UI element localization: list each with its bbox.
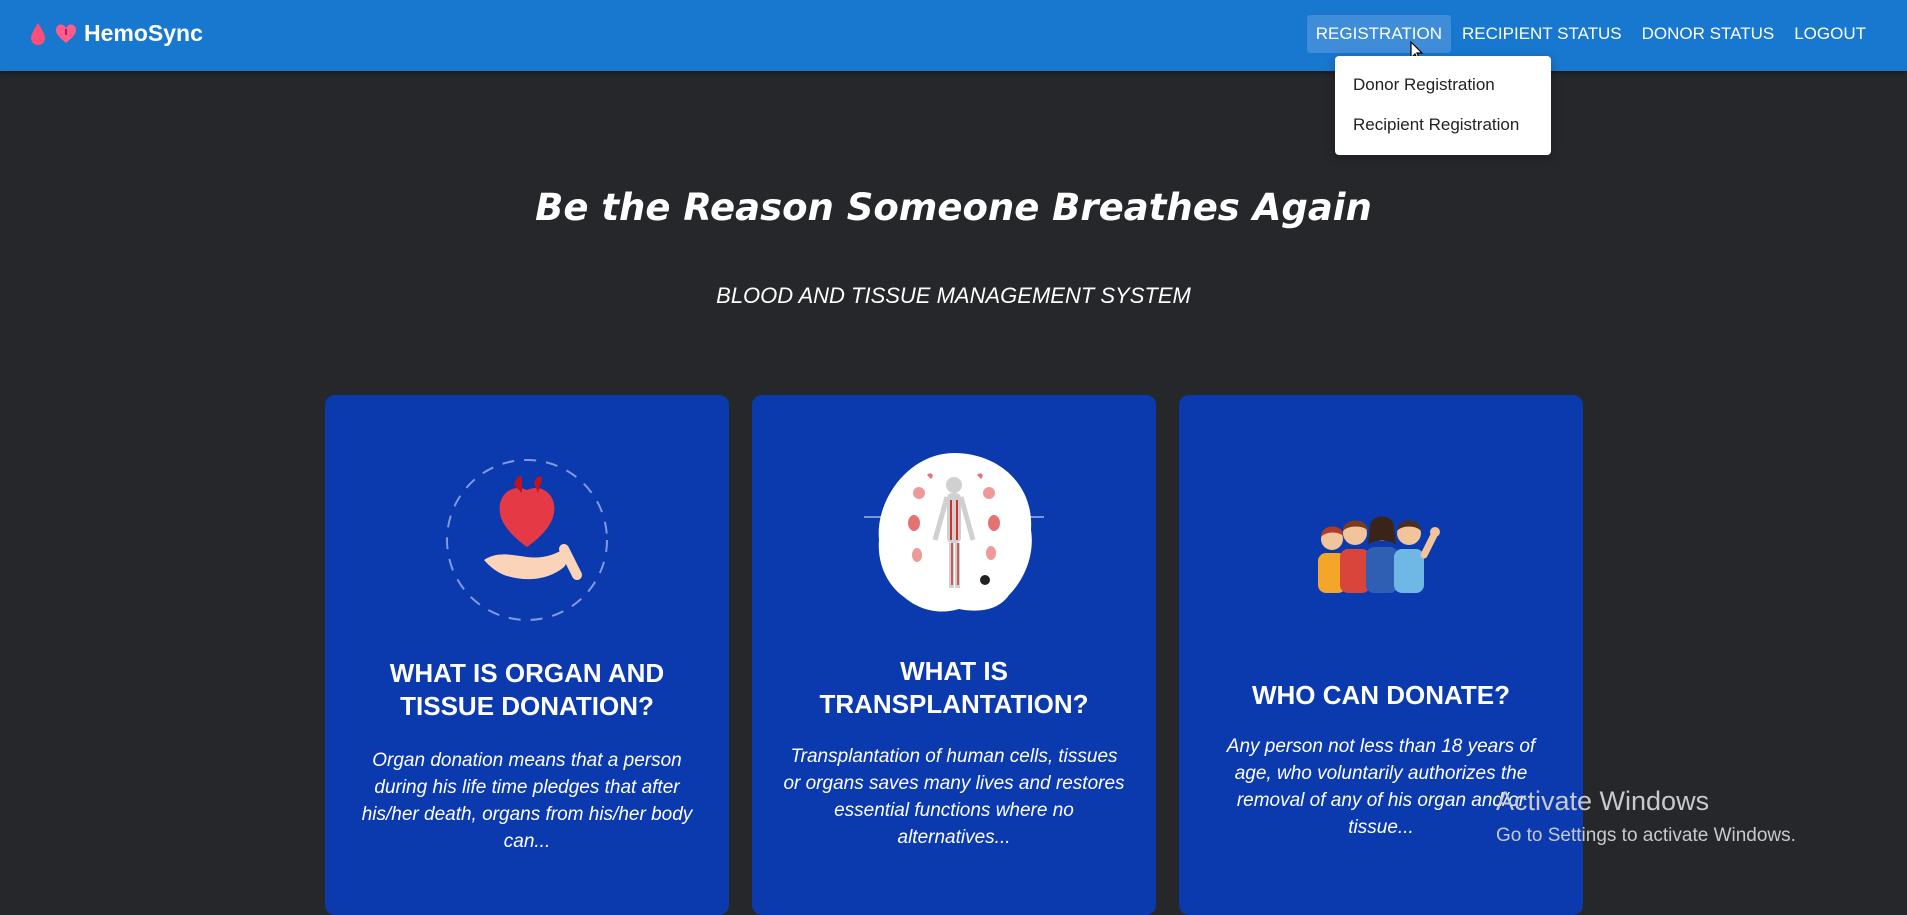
nav-links: REGISTRATION RECIPIENT STATUS DONOR STAT…: [1305, 15, 1875, 53]
blood-drop-icon: [31, 22, 45, 45]
card-title: WHAT IS TRANSPLANTATION?: [819, 656, 1089, 719]
card-title: WHO CAN DONATE?: [1251, 680, 1511, 710]
brand-name: HemoSync: [84, 20, 203, 46]
dropdown-donor-registration[interactable]: Donor Registration: [1335, 65, 1551, 105]
people-group-icon: [1318, 516, 1440, 593]
card-text: Transplantation of human cells, tissues …: [783, 746, 1125, 848]
navbar: HemoSync REGISTRATION RECIPIENT STATUS D…: [0, 0, 1907, 71]
nav-logout[interactable]: LOGOUT: [1785, 15, 1875, 53]
heart-in-hand-icon: [446, 459, 608, 621]
card-organ-donation[interactable]: WHAT IS ORGAN AND TISSUE DONATION? Organ…: [325, 395, 729, 915]
hero-subtitle: BLOOD AND TISSUE MANAGEMENT SYSTEM: [716, 283, 1191, 308]
watermark-title: Activate Windows: [1496, 786, 1710, 816]
registration-dropdown: Donor Registration Recipient Registratio…: [1335, 56, 1551, 155]
card-text: Organ donation means that a person durin…: [361, 750, 693, 852]
card-title: WHAT IS ORGAN AND TISSUE DONATION?: [389, 658, 665, 721]
nav-registration[interactable]: REGISTRATION: [1306, 15, 1452, 53]
hero-title: Be the Reason Someone Breathes Again: [535, 186, 1372, 229]
human-organs-icon: [864, 453, 1044, 612]
brand[interactable]: HemoSync: [28, 20, 203, 47]
heart-icon: [55, 23, 77, 43]
card-transplantation[interactable]: WHAT IS TRANSPLANTATION? Transplantation…: [752, 395, 1156, 915]
nav-donor-status[interactable]: DONOR STATUS: [1633, 15, 1784, 53]
nav-recipient-status[interactable]: RECIPIENT STATUS: [1453, 15, 1631, 53]
watermark-subtitle: Go to Settings to activate Windows.: [1496, 825, 1796, 846]
dropdown-recipient-registration[interactable]: Recipient Registration: [1335, 105, 1551, 145]
activate-windows-watermark: Activate Windows Go to Settings to activ…: [1496, 786, 1796, 847]
